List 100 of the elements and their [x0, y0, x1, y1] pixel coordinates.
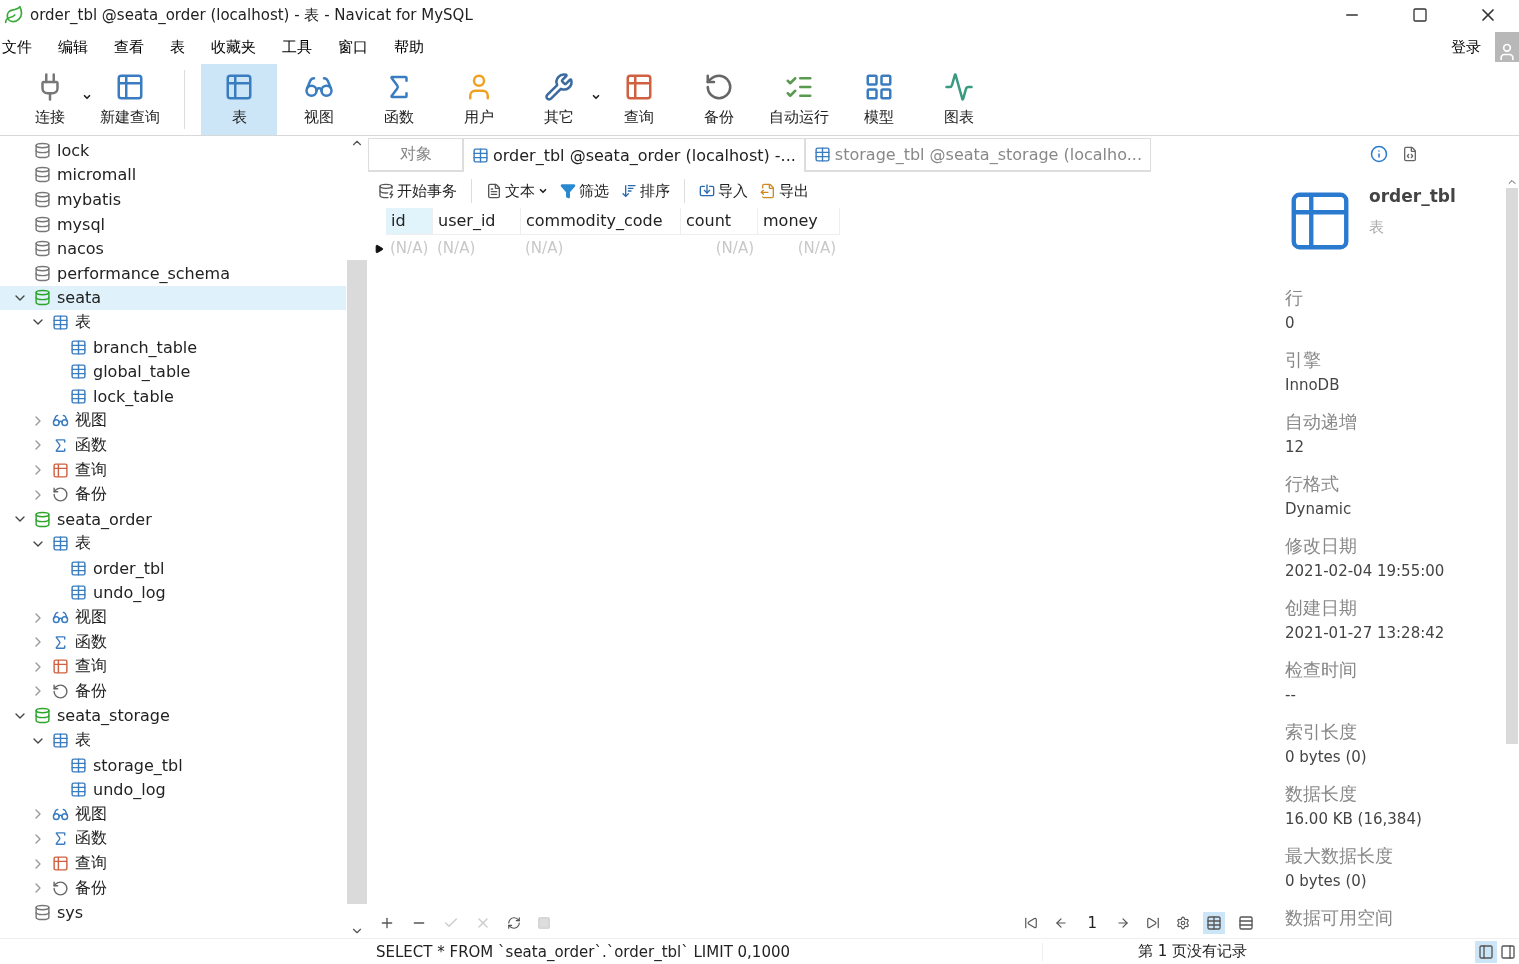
info-icon[interactable] — [1370, 145, 1388, 163]
table-icon — [70, 363, 87, 381]
grid-toolbar-button[interactable]: 导出 — [758, 181, 811, 201]
toolbar-button[interactable]: 备份 — [681, 64, 757, 135]
scrollbar-thumb[interactable] — [1506, 188, 1518, 744]
scrollbar-thumb[interactable] — [347, 260, 367, 904]
filter-icon — [560, 183, 576, 199]
tree-item[interactable]: seata_order — [0, 506, 346, 532]
tree-item[interactable]: order_tbl — [0, 556, 346, 581]
tree-item[interactable]: 备份 — [0, 679, 346, 704]
toolbar-button[interactable]: 图表 — [921, 64, 997, 135]
tree-item[interactable]: 查询 — [0, 654, 346, 680]
menu-item[interactable]: 收藏夹 — [209, 37, 266, 57]
tab[interactable]: 对象 — [368, 138, 463, 172]
toolbar-button[interactable]: 自动运行 — [761, 64, 837, 135]
toolbar-button[interactable]: 新建查询 — [92, 64, 168, 135]
tree-item[interactable]: sys — [0, 900, 346, 925]
tree-item[interactable]: 表 — [0, 310, 346, 335]
toolbar-button[interactable]: 视图 — [281, 64, 357, 135]
property-label: 行格式 — [1285, 472, 1340, 496]
backup-icon — [52, 682, 69, 700]
tree-item[interactable]: 备份 — [0, 482, 346, 507]
tree-item[interactable]: seata — [0, 285, 346, 311]
table-icon — [52, 732, 69, 750]
settings-icon[interactable] — [1176, 916, 1190, 930]
tree-item[interactable]: undo_log — [0, 580, 346, 606]
tree-item[interactable]: 视图 — [0, 605, 346, 630]
column-header[interactable]: commodity_code — [521, 208, 681, 235]
tree-item[interactable]: 函数 — [0, 629, 346, 655]
grid-toolbar-button[interactable]: 排序 — [619, 181, 672, 201]
tree-item[interactable]: micromall — [0, 162, 346, 188]
tree-item[interactable]: branch_table — [0, 334, 346, 360]
toolbar-button[interactable]: 函数 — [361, 64, 437, 135]
column-header[interactable]: id — [386, 208, 433, 235]
grid-toolbar-button[interactable]: 筛选 — [558, 181, 611, 201]
property-value: 0 bytes (0) — [1285, 872, 1368, 890]
toolbar-button[interactable]: 查询 — [601, 64, 677, 135]
ddl-icon[interactable] — [1402, 146, 1418, 162]
caret-icon[interactable] — [591, 92, 601, 102]
menu-item[interactable]: 窗口 — [336, 37, 378, 57]
chart-icon — [944, 72, 974, 102]
form-icon — [1238, 915, 1254, 931]
first-page-icon[interactable] — [1024, 916, 1039, 930]
caret-icon[interactable] — [538, 186, 548, 196]
next-page-icon[interactable] — [1116, 916, 1130, 930]
column-header[interactable]: count — [681, 208, 758, 235]
tab[interactable]: storage_tbl @seata_storage (localho... — [804, 138, 1151, 172]
tree-item[interactable]: performance_schema — [0, 260, 346, 286]
grid-toolbar-button[interactable]: 文本 — [484, 181, 550, 201]
tree-item[interactable]: undo_log — [0, 777, 346, 803]
table-icon — [52, 535, 69, 553]
menu-item[interactable]: 工具 — [280, 37, 322, 57]
tree-item[interactable]: nacos — [0, 236, 346, 261]
tree-item[interactable]: 函数 — [0, 433, 346, 458]
tree-item[interactable]: seata_storage — [0, 703, 346, 729]
toolbar-button[interactable]: 表 — [201, 64, 277, 135]
grid-toolbar-button[interactable]: 导入 — [697, 181, 750, 201]
login-button[interactable]: 登录 — [1445, 36, 1487, 58]
database-icon — [34, 191, 51, 208]
menu-item[interactable]: 文件 — [0, 37, 42, 57]
grid-view-button[interactable] — [1203, 912, 1225, 934]
tree-item[interactable]: 查询 — [0, 457, 346, 483]
table-icon — [224, 72, 254, 102]
tab[interactable]: order_tbl @seata_order (localhost) -... — [463, 138, 805, 172]
last-page-icon[interactable] — [1146, 916, 1160, 930]
column-header[interactable]: money — [758, 208, 840, 235]
menu-item[interactable]: 表 — [168, 37, 195, 57]
tree-item[interactable]: lock_table — [0, 383, 346, 409]
document-icon — [486, 183, 502, 199]
toolbar-button[interactable]: 其它 — [521, 64, 597, 135]
caret-icon[interactable] — [82, 92, 92, 102]
toolbar-button[interactable]: 模型 — [841, 64, 917, 135]
toolbar-button[interactable]: 用户 — [441, 64, 517, 135]
tree-item[interactable]: 视图 — [0, 408, 346, 434]
tree-item[interactable]: mysql — [0, 211, 346, 237]
tree-item[interactable]: 备份 — [0, 875, 346, 901]
column-header[interactable]: user_id — [433, 208, 521, 235]
menu-item[interactable]: 编辑 — [56, 37, 98, 57]
tree-item[interactable]: 表 — [0, 531, 346, 557]
menu-item[interactable]: 帮助 — [392, 37, 434, 57]
tree-item[interactable]: 函数 — [0, 826, 346, 852]
tree-item[interactable]: storage_tbl — [0, 752, 346, 778]
toolbar-button[interactable]: 连接 — [12, 64, 88, 135]
tree-item[interactable]: 查询 — [0, 851, 346, 876]
add-icon[interactable] — [379, 915, 395, 931]
maximize-icon[interactable] — [1412, 7, 1428, 23]
tree-item[interactable]: lock — [0, 138, 346, 163]
refresh-icon[interactable] — [507, 916, 521, 930]
user-icon — [1497, 42, 1517, 62]
tree-item[interactable]: mybatis — [0, 187, 346, 212]
table-icon — [70, 338, 87, 356]
backup-icon — [52, 486, 69, 504]
tree-item[interactable]: 视图 — [0, 802, 346, 827]
tree-item[interactable]: 表 — [0, 728, 346, 753]
grid-toolbar-button[interactable]: 开始事务 — [376, 181, 459, 201]
previous-page-icon[interactable] — [1054, 916, 1069, 930]
tree-item[interactable]: global_table — [0, 359, 346, 384]
left-panel-button[interactable] — [1475, 940, 1497, 963]
menu-item[interactable]: 查看 — [112, 37, 154, 57]
database-icon — [34, 904, 51, 922]
